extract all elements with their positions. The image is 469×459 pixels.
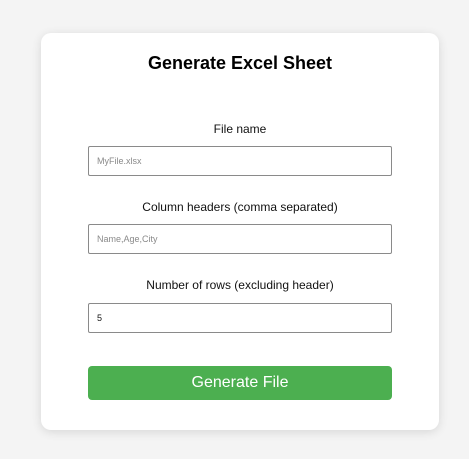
form-title: Generate Excel Sheet [147, 53, 333, 73]
file-name-label: File name [213, 122, 267, 136]
column-headers-label: Column headers (comma separated) [142, 200, 338, 214]
row-count-input[interactable] [88, 303, 392, 333]
column-headers-input[interactable] [88, 224, 392, 254]
generate-excel-card: Generate Excel Sheet File name Column he… [41, 33, 439, 430]
generate-file-button[interactable]: Generate File [88, 366, 392, 400]
row-count-label: Number of rows (excluding header) [146, 278, 334, 292]
file-name-input[interactable] [88, 146, 392, 176]
